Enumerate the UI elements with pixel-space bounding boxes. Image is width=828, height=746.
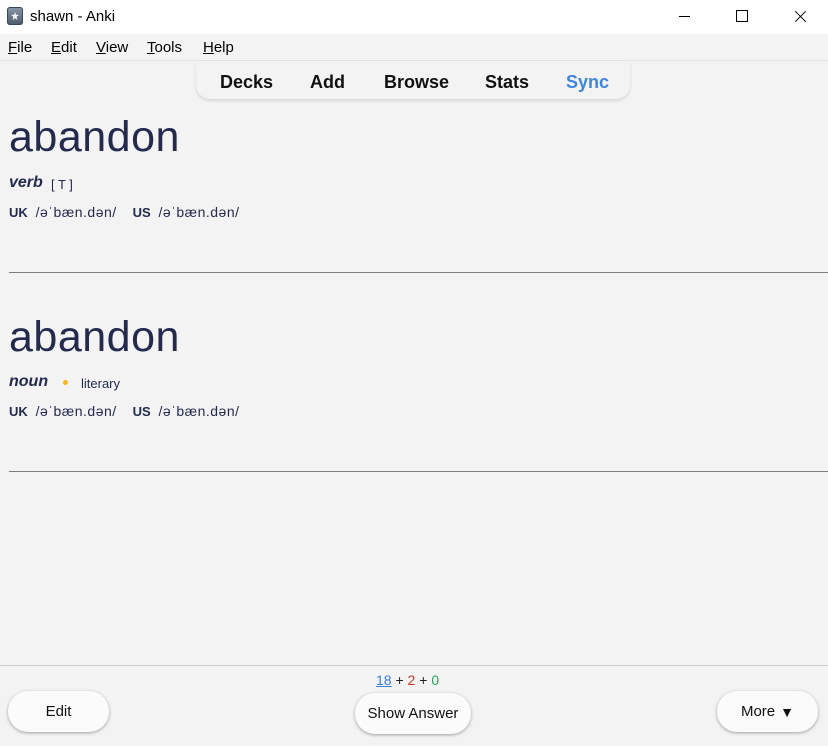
entry-divider [9, 471, 828, 472]
more-button-label: More [740, 703, 776, 720]
show-answer-button[interactable]: Show Answer [355, 693, 471, 734]
headword: abandon [9, 313, 180, 361]
toolbar-add[interactable]: Add [310, 72, 345, 93]
new-count[interactable]: 18 [376, 672, 392, 688]
us-label: US [132, 205, 151, 220]
bottom-bar-divider [0, 665, 828, 666]
pronunciation-row: UK /əˈbæn.dən/ US /əˈbæn.dən/ [9, 403, 252, 419]
edit-button[interactable]: Edit [8, 691, 109, 732]
uk-label: UK [9, 404, 28, 419]
menu-tools[interactable]: Tools [147, 39, 182, 56]
learn-count: 2 [407, 672, 416, 688]
window-title: shawn - Anki [30, 8, 116, 25]
uk-ipa: /əˈbæn.dən/ [35, 403, 117, 419]
edit-button-label: Edit [45, 703, 72, 720]
menu-view[interactable]: View [96, 39, 128, 56]
us-label: US [132, 404, 151, 419]
uk-label: UK [9, 205, 28, 220]
toolbar-sync[interactable]: Sync [566, 72, 609, 93]
entry-divider [9, 272, 828, 273]
minimize-icon[interactable] [656, 0, 714, 34]
menu-file[interactable]: File [8, 39, 32, 56]
more-button[interactable]: More ▼ [717, 691, 818, 732]
us-ipa: /əˈbæn.dən/ [158, 403, 240, 419]
review-count: 0 [431, 672, 440, 688]
triangle-down-icon: ▼ [780, 703, 795, 720]
pronunciation-row: UK /əˈbæn.dən/ US /əˈbæn.dən/ [9, 204, 252, 220]
main-toolbar: Decks Add Browse Stats Sync [196, 61, 630, 99]
us-ipa: /əˈbæn.dən/ [158, 204, 240, 220]
plus-sign: + [395, 672, 404, 688]
menu-bar: File Edit View Tools Help [0, 34, 828, 61]
title-bar: shawn - Anki [0, 0, 828, 34]
uk-ipa: /əˈbæn.dən/ [35, 204, 117, 220]
toolbar-browse[interactable]: Browse [384, 72, 449, 93]
review-counts: 18 + 2 + 0 [376, 672, 439, 688]
part-of-speech: verb [9, 174, 43, 191]
anki-app-icon [7, 7, 23, 25]
toolbar-stats[interactable]: Stats [485, 72, 529, 93]
menu-edit[interactable]: Edit [51, 39, 77, 56]
bullet-dot [63, 380, 68, 385]
part-of-speech: noun [9, 373, 49, 390]
toolbar-decks[interactable]: Decks [220, 72, 273, 93]
menu-help[interactable]: Help [203, 39, 234, 56]
grammar-code: [ T ] [51, 177, 73, 192]
register-label: literary [81, 376, 121, 391]
headword: abandon [9, 113, 180, 161]
close-icon[interactable] [770, 0, 828, 34]
plus-sign: + [419, 672, 428, 688]
show-answer-label: Show Answer [367, 705, 459, 722]
maximize-icon[interactable] [712, 0, 770, 34]
